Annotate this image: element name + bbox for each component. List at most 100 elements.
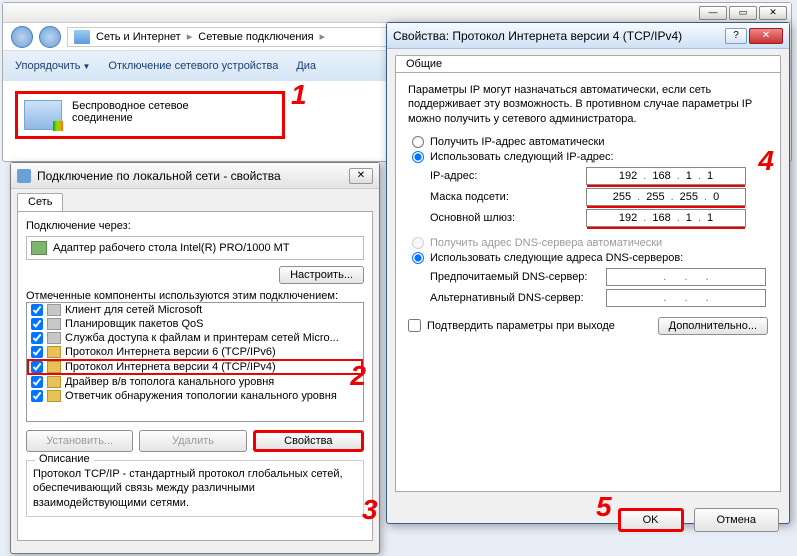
minimize-button[interactable]: — xyxy=(699,6,727,20)
tab-strip: Общие xyxy=(387,49,789,72)
item-checkbox[interactable] xyxy=(31,304,43,316)
remove-button[interactable]: Удалить xyxy=(139,430,246,452)
ipv4-properties-dialog: Свойства: Протокол Интернета версии 4 (T… xyxy=(386,22,790,524)
annotation-marker: 3 xyxy=(362,494,378,526)
service-icon xyxy=(47,318,61,330)
tab-general[interactable]: Общие xyxy=(395,55,781,72)
annotation-marker: 2 xyxy=(350,360,366,392)
close-button[interactable]: ✕ xyxy=(349,168,373,184)
description-legend: Описание xyxy=(35,453,94,465)
connection-properties-dialog: Подключение по локальной сети - свойства… xyxy=(10,162,380,554)
wireless-connection-item[interactable]: Беспроводное сетевое соединение xyxy=(15,91,285,139)
help-button[interactable]: ? xyxy=(725,28,747,44)
intro-text: Параметры IP могут назначаться автоматич… xyxy=(408,83,768,126)
breadcrumb-part[interactable]: Сетевые подключения xyxy=(198,31,313,43)
description-group: Описание Протокол TCP/IP - стандартный п… xyxy=(26,460,364,517)
dns-alternate-label: Альтернативный DNS-сервер: xyxy=(430,292,600,304)
item-checkbox[interactable] xyxy=(31,332,43,344)
dns-preferred-input[interactable]: . . . xyxy=(606,268,766,286)
checkbox-input[interactable] xyxy=(408,319,421,332)
dialog-titlebar: Свойства: Протокол Интернета версии 4 (T… xyxy=(387,23,789,49)
connection-name: Беспроводное сетевое соединение xyxy=(72,100,189,124)
properties-button[interactable]: Свойства xyxy=(253,430,364,452)
forward-button[interactable] xyxy=(39,26,61,48)
service-icon xyxy=(47,332,61,344)
dialog-buttons: OK Отмена xyxy=(387,500,789,540)
titlebar: — ▭ ✕ xyxy=(3,3,791,23)
item-checkbox[interactable] xyxy=(31,318,43,330)
adapter-field: Адаптер рабочего стола Intel(R) PRO/1000… xyxy=(26,236,364,260)
ip-address-input[interactable]: 192.168.1.1 xyxy=(586,167,746,185)
subnet-mask-input[interactable]: 255.255.255.0 xyxy=(586,188,746,206)
network-icon xyxy=(74,30,90,44)
gateway-input[interactable]: 192.168.1.1 xyxy=(586,209,746,227)
dns-preferred-label: Предпочитаемый DNS-сервер: xyxy=(430,271,600,283)
client-icon xyxy=(47,304,61,316)
item-checkbox[interactable] xyxy=(31,390,43,402)
radio-ip-auto[interactable]: Получить IP-адрес автоматически xyxy=(412,136,768,148)
dialog-title: Подключение по локальной сети - свойства xyxy=(37,169,281,183)
radio-input[interactable] xyxy=(412,151,424,163)
install-button[interactable]: Установить... xyxy=(26,430,133,452)
dialog-titlebar: Подключение по локальной сети - свойства… xyxy=(11,163,379,189)
list-item[interactable]: Служба доступа к файлам и принтерам сете… xyxy=(27,331,363,345)
disable-device-button[interactable]: Отключение сетевого устройства xyxy=(108,60,278,72)
advanced-button[interactable]: Дополнительно... xyxy=(658,317,768,335)
nic-icon xyxy=(31,241,47,255)
radio-ip-manual[interactable]: Использовать следующий IP-адрес: xyxy=(412,151,768,163)
component-buttons: Установить... Удалить Свойства xyxy=(26,430,364,452)
dns-fields: Предпочитаемый DNS-сервер: . . . Альтерн… xyxy=(430,268,768,307)
item-checkbox[interactable] xyxy=(31,361,43,373)
radio-dns-manual[interactable]: Использовать следующие адреса DNS-сервер… xyxy=(412,252,768,264)
driver-icon xyxy=(47,376,61,388)
annotation-marker: 4 xyxy=(758,145,774,177)
annotation-marker: 5 xyxy=(596,491,612,523)
breadcrumb-part[interactable]: Сеть и Интернет xyxy=(96,31,181,43)
dns-alternate-input[interactable]: . . . xyxy=(606,289,766,307)
responder-icon xyxy=(47,390,61,402)
tab-panel: Подключение через: Адаптер рабочего стол… xyxy=(17,211,373,541)
list-item-ipv4[interactable]: Протокол Интернета версии 4 (TCP/IPv4) xyxy=(27,359,363,375)
annotation-marker: 1 xyxy=(291,79,307,111)
back-button[interactable] xyxy=(11,26,33,48)
wireless-adapter-icon xyxy=(24,100,62,130)
components-listbox[interactable]: Клиент для сетей Microsoft Планировщик п… xyxy=(26,302,364,422)
tab-panel: Параметры IP могут назначаться автоматич… xyxy=(395,72,781,492)
item-checkbox[interactable] xyxy=(31,376,43,388)
item-checkbox[interactable] xyxy=(31,346,43,358)
chevron-right-icon: ▸ xyxy=(187,30,193,43)
radio-input[interactable] xyxy=(412,136,424,148)
bottom-options: Подтвердить параметры при выходе Дополни… xyxy=(408,317,768,335)
tab-strip: Сеть xyxy=(11,189,379,211)
ip-fields: IP-адрес: 192.168.1.1 Маска подсети: 255… xyxy=(430,167,768,227)
maximize-button[interactable]: ▭ xyxy=(729,6,757,20)
ok-button[interactable]: OK xyxy=(618,508,684,532)
diagnose-button[interactable]: Диа xyxy=(296,60,316,72)
components-label: Отмеченные компоненты используются этим … xyxy=(26,290,364,302)
description-text: Протокол TCP/IP - стандартный протокол г… xyxy=(33,467,357,510)
close-button[interactable]: ✕ xyxy=(759,6,787,20)
cancel-button[interactable]: Отмена xyxy=(694,508,779,532)
list-item[interactable]: Драйвер в/в тополога канального уровня xyxy=(27,375,363,389)
configure-button[interactable]: Настроить... xyxy=(279,266,364,284)
protocol-icon xyxy=(47,361,61,373)
subnet-mask-label: Маска подсети: xyxy=(430,191,580,203)
protocol-icon xyxy=(47,346,61,358)
confirm-on-exit-checkbox[interactable]: Подтвердить параметры при выходе xyxy=(408,319,615,332)
tab-network[interactable]: Сеть xyxy=(17,193,63,211)
list-item[interactable]: Ответчик обнаружения топологии канальног… xyxy=(27,389,363,403)
list-item[interactable]: Планировщик пакетов QoS xyxy=(27,317,363,331)
adapter-icon xyxy=(17,169,31,183)
adapter-name: Адаптер рабочего стола Intel(R) PRO/1000… xyxy=(53,242,290,254)
radio-dns-auto: Получить адрес DNS-сервера автоматически xyxy=(412,237,768,249)
gateway-label: Основной шлюз: xyxy=(430,212,580,224)
dialog-title: Свойства: Протокол Интернета версии 4 (T… xyxy=(393,29,682,43)
list-item[interactable]: Клиент для сетей Microsoft xyxy=(27,303,363,317)
close-button[interactable]: ✕ xyxy=(749,28,783,44)
ip-address-label: IP-адрес: xyxy=(430,170,580,182)
list-item[interactable]: Протокол Интернета версии 6 (TCP/IPv6) xyxy=(27,345,363,359)
organize-menu[interactable]: Упорядочить▼ xyxy=(15,60,90,72)
chevron-right-icon: ▸ xyxy=(320,30,326,43)
radio-input xyxy=(412,237,424,249)
radio-input[interactable] xyxy=(412,252,424,264)
